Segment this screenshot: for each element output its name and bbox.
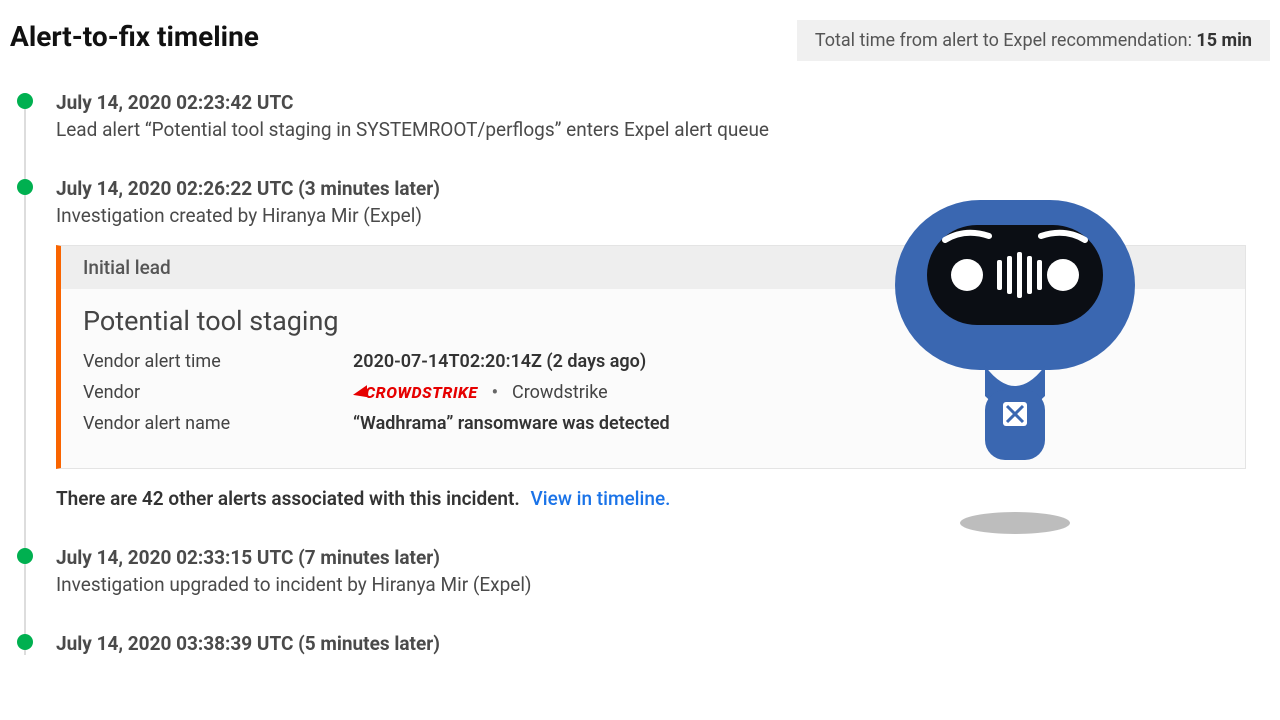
kv-label: Vendor [83, 382, 353, 403]
timeline-item: July 14, 2020 03:38:39 UTC (5 minutes la… [12, 632, 1280, 655]
total-time-value: 15 min [1196, 30, 1252, 51]
total-time-banner: Total time from alert to Expel recommend… [797, 20, 1270, 61]
kv-label: Vendor alert time [83, 351, 353, 372]
separator-icon: • [492, 382, 498, 403]
timestamp-text: July 14, 2020 02:26:22 UTC [56, 177, 293, 200]
timestamp-text: July 14, 2020 03:38:39 UTC [56, 632, 293, 655]
crowdstrike-logo-icon: CROWDSTRIKE [353, 383, 478, 402]
associated-alerts-text: There are 42 other alerts associated wit… [56, 487, 520, 510]
timeline-dot-icon [17, 93, 33, 109]
timeline-description: Lead alert “Potential tool staging in SY… [56, 118, 1280, 141]
kv-value: CROWDSTRIKE • Crowdstrike [353, 382, 608, 403]
kv-value: 2020-07-14T02:20:14Z (2 days ago) [353, 351, 646, 372]
total-time-label: Total time from alert to Expel recommend… [815, 30, 1197, 51]
timeline-timestamp: July 14, 2020 03:38:39 UTC (5 minutes la… [56, 632, 1280, 655]
timeline-dot-icon [17, 548, 33, 564]
timeline-dot-icon [17, 179, 33, 195]
robot-shadow-icon [960, 512, 1070, 534]
vendor-name: Crowdstrike [512, 382, 608, 403]
timestamp-text: July 14, 2020 02:23:42 UTC [56, 91, 293, 114]
timestamp-text: July 14, 2020 02:33:15 UTC [56, 546, 293, 569]
robot-mascot-icon [885, 190, 1145, 554]
timeline-dot-icon [17, 634, 33, 650]
timestamp-delta: (7 minutes later) [298, 546, 440, 569]
crowdstrike-logo-text: CROWDSTRIKE [365, 383, 478, 402]
timeline-timestamp: July 14, 2020 02:23:42 UTC [56, 91, 1280, 114]
view-in-timeline-link[interactable]: View in timeline. [531, 487, 671, 510]
timeline-description: Investigation upgraded to incident by Hi… [56, 573, 1280, 596]
kv-label: Vendor alert name [83, 413, 353, 434]
timeline-item: July 14, 2020 02:23:42 UTC Lead alert “P… [12, 91, 1280, 141]
timestamp-delta: (3 minutes later) [298, 177, 440, 200]
kv-value: “Wadhrama” ransomware was detected [353, 413, 670, 434]
timestamp-delta: (5 minutes later) [298, 632, 440, 655]
page-title: Alert-to-fix timeline [10, 20, 259, 53]
